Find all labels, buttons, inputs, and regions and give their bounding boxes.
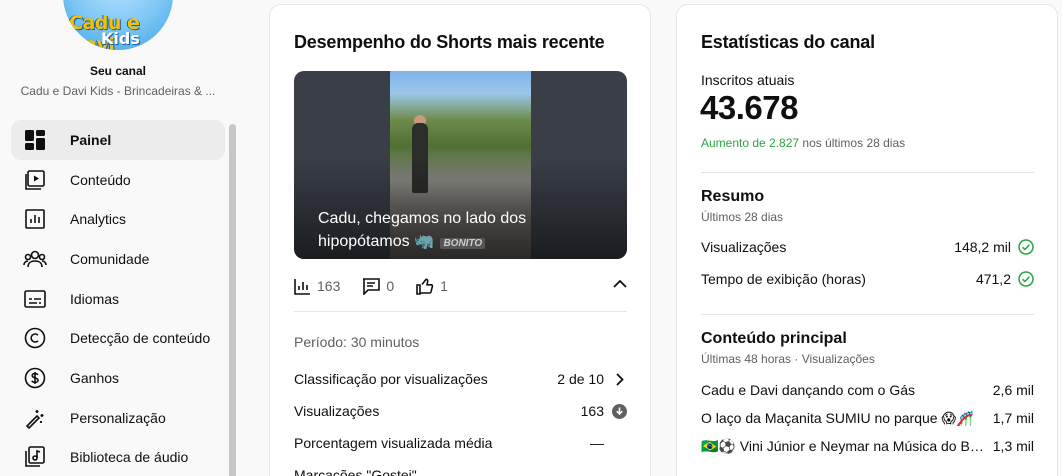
channel-avatar[interactable]: Cadu e Davi Kids — [63, 0, 173, 50]
avg-viewed-row: Porcentagem visualizada média — — [294, 433, 627, 453]
row-label: Visualizações — [701, 239, 787, 255]
collapse-chevron-icon[interactable] — [613, 276, 627, 294]
arrow-down-circle-icon — [611, 403, 627, 419]
row-label: Classificação por visualizações — [294, 371, 488, 387]
top-content-row[interactable]: 🇧🇷⚽ Vini Júnior e Neymar na Música do Br… — [701, 436, 1034, 456]
top-content-title: Conteúdo principal — [701, 330, 847, 347]
video-views: 1,7 mil — [992, 410, 1034, 426]
row-value: 163 — [580, 403, 604, 419]
sidebar-item-content[interactable]: Conteúdo — [11, 160, 225, 200]
row-value: 2 de 10 — [557, 371, 604, 387]
bar-chart-icon — [294, 278, 310, 295]
divider — [701, 172, 1034, 173]
divider — [701, 314, 1034, 315]
top-content-subtitle: Últimas 48 horas · Visualizações — [701, 352, 875, 366]
sidebar-item-label: Personalização — [70, 409, 166, 426]
row-label: Porcentagem visualizada média — [294, 435, 493, 451]
check-circle-icon — [1018, 239, 1034, 255]
sidebar-item-label: Conteúdo — [70, 171, 131, 188]
content-icon — [23, 168, 47, 192]
row-value: — — [590, 467, 604, 476]
sidebar-item-label: Detecção de conteúdo — [70, 330, 211, 347]
short-metrics: 163 0 1 — [294, 275, 627, 297]
earn-icon — [23, 366, 47, 390]
row-value: 471,2 — [975, 271, 1011, 287]
sidebar-item-label: Biblioteca de áudio — [70, 449, 189, 466]
short-title-text: Cadu, chegamos no lado dos hipopótamos 🦏 — [318, 210, 527, 250]
views-count: 163 — [317, 278, 341, 294]
community-icon — [23, 247, 47, 271]
sidebar-nav: Painel Conteúdo Analytics Comunidade Idi… — [11, 120, 225, 476]
row-label: Marcações "Gostei" — [294, 467, 417, 476]
sidebar: Cadu e Davi Kids Seu canal Cadu e Davi K… — [0, 0, 236, 476]
video-title: 🇧🇷⚽ Vini Júnior e Neymar na Música do Br… — [701, 437, 986, 454]
sidebar-scrollbar[interactable] — [229, 124, 236, 476]
analytics-icon — [23, 207, 47, 231]
check-circle-icon — [1018, 271, 1034, 287]
comments-metric: 0 — [362, 277, 395, 295]
video-views: 2,6 mil — [992, 382, 1034, 398]
channel-name[interactable]: Cadu e Davi Kids - Brincadeiras & ... — [0, 84, 236, 98]
period-label: Período: 30 minutos — [294, 334, 420, 350]
row-value: — — [590, 435, 604, 451]
sidebar-item-analytics[interactable]: Analytics — [11, 199, 225, 239]
likes-metric: 1 — [416, 277, 448, 295]
top-content-row[interactable]: Cadu e Davi dançando com o Gás 2,6 mil — [701, 380, 1034, 400]
sidebar-item-label: Analytics — [70, 211, 127, 228]
subscribers-count: 43.678 — [700, 89, 798, 126]
dashboard-icon — [23, 128, 47, 152]
row-label: Visualizações — [294, 403, 380, 419]
likes-row: Marcações "Gostei" — — [294, 465, 627, 476]
row-value: 148,2 mil — [954, 239, 1011, 255]
card-title: Estatísticas do canal — [701, 32, 875, 52]
increase-suffix: nos últimos 28 dias — [799, 136, 906, 150]
views-metric: 163 — [294, 278, 340, 295]
latest-short-card: Desempenho do Shorts mais recente Cadu, … — [269, 4, 651, 476]
ranking-row[interactable]: Classificação por visualizações 2 de 10 — [294, 369, 627, 389]
sidebar-item-dashboard[interactable]: Painel — [11, 120, 225, 160]
short-title: Cadu, chegamos no lado dos hipopótamos 🦏… — [318, 207, 558, 255]
comments-count: 0 — [386, 278, 395, 294]
thumbs-up-icon — [416, 277, 434, 295]
likes-count: 1 — [440, 278, 448, 294]
sidebar-item-content-detection[interactable]: Detecção de conteúdo — [11, 318, 225, 358]
short-sticker: BONITO — [440, 238, 486, 249]
comment-icon — [363, 277, 381, 295]
sidebar-item-label: Painel — [70, 131, 112, 148]
subscribers-increase: Aumento de 2.827 nos últimos 28 dias — [701, 136, 905, 150]
sidebar-item-label: Ganhos — [70, 369, 120, 386]
sidebar-item-label: Idiomas — [70, 290, 120, 307]
sidebar-item-customization[interactable]: Personalização — [11, 398, 225, 438]
channel-stats-card: Estatísticas do canal Inscritos atuais 4… — [676, 4, 1058, 476]
sidebar-item-earn[interactable]: Ganhos — [11, 358, 225, 398]
video-views: 1,3 mil — [992, 438, 1034, 454]
channel-logo-subtext: Kids — [101, 29, 140, 48]
audio-library-icon — [23, 445, 47, 469]
video-title: O laço da Maçanita SUMIU no parque 😱🎢 — [701, 409, 974, 426]
short-thumbnail[interactable]: Cadu, chegamos no lado dos hipopótamos 🦏… — [294, 71, 627, 259]
sidebar-item-audio-library[interactable]: Biblioteca de áudio — [11, 438, 225, 476]
sidebar-item-languages[interactable]: Idiomas — [11, 279, 225, 319]
views-row: Visualizações 163 — [294, 401, 627, 421]
summary-subtitle: Últimos 28 dias — [701, 210, 784, 224]
your-channel-label: Seu canal — [89, 64, 147, 78]
subscribers-label: Inscritos atuais — [701, 72, 795, 88]
summary-title: Resumo — [701, 188, 765, 205]
sidebar-item-label: Comunidade — [70, 250, 150, 267]
summary-watchtime-row: Tempo de exibição (horas) 471,2 — [701, 269, 1034, 289]
copyright-icon — [23, 326, 47, 350]
chevron-right-icon[interactable] — [611, 372, 627, 386]
video-title: Cadu e Davi dançando com o Gás — [701, 382, 916, 398]
sidebar-item-community[interactable]: Comunidade — [11, 239, 225, 279]
top-content-row[interactable]: O laço da Maçanita SUMIU no parque 😱🎢 1,… — [701, 408, 1034, 428]
card-title: Desempenho do Shorts mais recente — [294, 32, 605, 52]
customization-icon — [23, 406, 47, 430]
subtitles-icon — [23, 287, 47, 311]
divider — [294, 311, 627, 312]
increase-value: Aumento de 2.827 — [701, 136, 800, 150]
row-label: Tempo de exibição (horas) — [701, 271, 866, 287]
summary-views-row: Visualizações 148,2 mil — [701, 237, 1034, 257]
